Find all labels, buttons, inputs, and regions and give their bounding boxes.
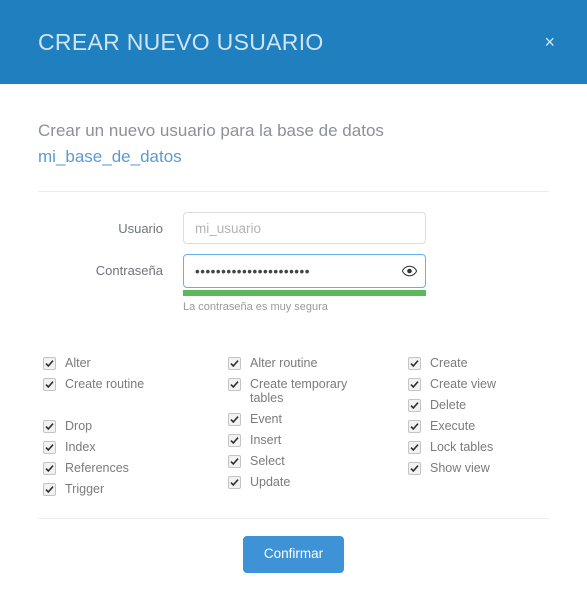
password-strength-text: La contraseña es muy segura [183,301,328,313]
privilege-item[interactable]: Lock tables [408,440,578,455]
username-row: Usuario [38,212,549,246]
privilege-label[interactable]: Trigger [65,482,104,496]
checkbox-checked-icon[interactable] [43,441,56,455]
database-name: mi_base_de_datos [38,146,182,166]
privilege-item[interactable]: Create [408,356,578,371]
privilege-label[interactable]: Create [430,356,468,370]
privilege-item[interactable]: Trigger [43,482,228,497]
privilege-label[interactable]: References [65,461,129,475]
privilege-item[interactable]: Create routine [43,377,228,392]
privileges-column-2: Alter routine Create temporary tables Ev… [228,356,408,503]
privilege-label[interactable]: Create view [430,377,496,391]
checkbox-checked-icon[interactable] [408,378,421,392]
privilege-label[interactable]: Drop [65,419,92,433]
privilege-label[interactable]: Lock tables [430,440,493,454]
privilege-label[interactable]: Show view [430,461,490,475]
checkbox-checked-icon[interactable] [228,434,241,448]
checkbox-checked-icon[interactable] [43,378,56,392]
privilege-label[interactable]: Alter [65,356,91,370]
privilege-label[interactable]: Event [250,412,282,426]
privilege-item[interactable]: Delete [408,398,578,413]
username-field-wrap [183,212,426,244]
modal-body: Crear un nuevo usuario para la base de d… [0,84,587,518]
password-strength-bar [183,290,426,296]
create-user-modal: CREAR NUEVO USUARIO × Crear un nuevo usu… [0,0,587,601]
checkbox-checked-icon[interactable] [43,357,56,371]
checkbox-checked-icon[interactable] [228,455,241,469]
modal-header: CREAR NUEVO USUARIO × [0,0,587,84]
privileges-column-3: Create Create view Delete Execute Lock t… [408,356,578,503]
checkbox-checked-icon[interactable] [228,378,241,392]
password-field-wrap: La contraseña es muy segura [183,254,426,314]
password-box [183,254,426,288]
checkbox-checked-icon[interactable] [228,357,241,371]
eye-icon[interactable] [401,265,418,277]
privilege-item[interactable]: Show view [408,461,578,476]
privilege-item[interactable]: Update [228,475,408,490]
checkbox-checked-icon[interactable] [43,420,56,434]
privilege-label[interactable]: Create temporary tables [250,377,372,405]
privilege-label[interactable]: Delete [430,398,466,412]
checkbox-checked-icon[interactable] [408,441,421,455]
privilege-label[interactable]: Insert [250,433,281,447]
privileges-grid: Alter Create routine Drop Index Referenc… [38,356,549,503]
password-input[interactable] [183,254,426,288]
privilege-item[interactable]: Drop [43,419,228,434]
privilege-label[interactable]: Select [250,454,285,468]
privilege-item[interactable]: Alter [43,356,228,371]
checkbox-checked-icon[interactable] [408,462,421,476]
privileges-column-1: Alter Create routine Drop Index Referenc… [43,356,228,503]
checkbox-checked-icon[interactable] [43,462,56,476]
checkbox-checked-icon[interactable] [408,399,421,413]
privilege-item[interactable]: Select [228,454,408,469]
privilege-label[interactable]: Create routine [65,377,144,391]
username-label: Usuario [118,221,163,236]
privilege-label[interactable]: Alter routine [250,356,317,370]
privilege-item[interactable]: Event [228,412,408,427]
privilege-item[interactable]: Index [43,440,228,455]
privilege-item[interactable]: Create temporary tables [228,377,408,405]
checkbox-checked-icon[interactable] [43,483,56,497]
privilege-item[interactable]: Execute [408,419,578,434]
modal-description: Crear un nuevo usuario para la base de d… [38,118,468,169]
checkbox-checked-icon[interactable] [408,357,421,371]
user-form: Usuario Contraseña [38,212,549,314]
confirm-button[interactable]: Confirmar [242,536,345,573]
privilege-item[interactable]: Insert [228,433,408,448]
password-strength-fill [183,290,426,296]
description-text: Crear un nuevo usuario para la base de d… [38,121,384,140]
checkbox-checked-icon[interactable] [408,420,421,434]
privilege-item[interactable]: References [43,461,228,476]
password-label: Contraseña [95,263,163,278]
checkbox-checked-icon[interactable] [228,413,241,427]
checkbox-checked-icon[interactable] [228,476,241,490]
modal-title: CREAR NUEVO USUARIO [38,28,324,55]
privilege-item[interactable]: Alter routine [228,356,408,371]
password-row: Contraseña La contras [38,254,549,314]
privilege-label[interactable]: Index [65,440,96,454]
privilege-item[interactable]: Create view [408,377,578,392]
footer-button-row: Confirmar [38,519,549,601]
modal-footer: Confirmar [0,518,587,601]
description-divider [38,191,549,192]
username-input[interactable] [183,212,426,244]
privilege-label[interactable]: Execute [430,419,475,433]
privilege-label[interactable]: Update [250,475,290,489]
close-icon[interactable]: × [536,29,563,55]
